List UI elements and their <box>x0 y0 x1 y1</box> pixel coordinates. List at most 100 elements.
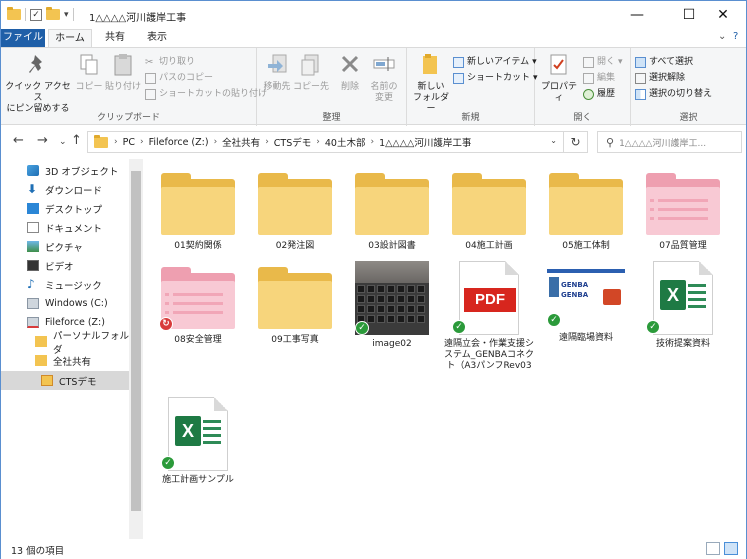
shortcut-button[interactable]: ショートカット ▾ <box>453 70 538 86</box>
excel-file-icon: X ✓ <box>646 261 713 335</box>
file-item[interactable]: 01契約関係 <box>153 173 243 252</box>
forward-arrow-icon[interactable]: → <box>37 133 48 148</box>
history-label: 履歴 <box>597 89 616 99</box>
select-none-icon <box>635 72 646 84</box>
nav-item-downloads[interactable]: ⬇ ダウンロード <box>1 180 129 199</box>
nav-item-desktop[interactable]: デスクトップ <box>1 199 129 218</box>
breadcrumb-pc[interactable]: PC <box>123 137 135 148</box>
move-to-button[interactable]: 移動先 <box>259 52 295 93</box>
presentation-thumbnail: GENBA GENBA ✓ <box>547 269 625 329</box>
scrollbar-thumb[interactable] <box>131 171 141 511</box>
ribbon-expand-icon[interactable]: ⌄ <box>718 31 726 42</box>
history-button[interactable]: 履歴 <box>583 86 615 102</box>
nav-item-documents[interactable]: ドキュメント <box>1 218 129 237</box>
nav-item-personal-folder[interactable]: パーソナルフォルダ <box>1 331 129 356</box>
file-item[interactable]: 04施工計画 <box>444 173 534 252</box>
nav-item-windows-drive[interactable]: Windows (C:) <box>1 294 129 313</box>
copy-to-button[interactable]: コピー先 <box>293 52 329 93</box>
folder-icon <box>258 173 332 237</box>
file-item[interactable]: 02発注図 <box>250 173 340 252</box>
copy-button[interactable]: コピー <box>73 52 105 93</box>
tab-home[interactable]: ホーム <box>48 29 92 47</box>
rename-icon <box>373 57 395 71</box>
nav-item-videos[interactable]: ビデオ <box>1 256 129 275</box>
file-item[interactable]: ↻ 08安全管理 <box>153 267 243 346</box>
tab-view[interactable]: 表示 <box>137 29 177 47</box>
address-bar[interactable]: › PC › Fileforce (Z:) › 全社共有 › CTSデモ › 4… <box>87 131 564 153</box>
tab-file[interactable]: ファイル <box>1 29 45 47</box>
nav-item-music[interactable]: ♪ ミュージック <box>1 275 129 294</box>
sync-ok-icon: ✓ <box>452 320 466 334</box>
file-item[interactable]: ✓ image02 <box>347 261 437 350</box>
nav-item-cts-demo[interactable]: CTSデモ <box>1 371 129 390</box>
folder-icon <box>549 173 623 237</box>
navigation-pane: 3D オブジェクト ⬇ ダウンロード デスクトップ ドキュメント ピクチャ ビデ… <box>1 159 129 539</box>
copy-path-button[interactable]: パスのコピー <box>145 70 213 86</box>
delete-label: 削除 <box>340 82 359 92</box>
back-arrow-icon[interactable]: ← <box>13 133 24 148</box>
breadcrumb-separator: › <box>265 137 269 147</box>
details-view-icon[interactable] <box>706 542 720 555</box>
file-view: 01契約関係 02発注図 03設計図書 04施工計画 05施工体制 07品質管理… <box>143 159 746 539</box>
rename-button[interactable]: 名前の 変更 <box>365 52 403 104</box>
breadcrumb-civil[interactable]: 40土木部 <box>325 135 366 149</box>
close-button[interactable]: ✕ <box>701 1 745 29</box>
ribbon: クイック アクセス にピン留めする コピー 貼り付け ✂ 切り取り パスのコピー <box>1 47 746 126</box>
file-item[interactable]: 07品質管理 <box>638 173 728 252</box>
new-folder-button[interactable]: 新しい フォルダー <box>409 52 453 115</box>
open-button[interactable]: 開く ▾ <box>583 54 623 70</box>
file-item[interactable]: 09工事写真 <box>250 267 340 346</box>
properties-button[interactable]: プロパティ <box>537 52 581 104</box>
customize-toolbar-icon[interactable]: ▾ <box>64 10 69 20</box>
3d-objects-icon <box>27 165 39 176</box>
folder-icon[interactable] <box>7 7 21 20</box>
address-dropdown-icon[interactable]: ⌄ <box>550 136 557 145</box>
delete-button[interactable]: 削除 <box>335 52 365 93</box>
pin-quick-access-button[interactable]: クイック アクセス にピン留めする <box>5 52 71 115</box>
nav-scrollbar[interactable] <box>129 159 143 539</box>
paste-shortcut-button[interactable]: ショートカットの貼り付け <box>145 86 267 102</box>
copy-label: コピー <box>75 82 103 92</box>
nav-item-label: デスクトップ <box>45 204 103 216</box>
file-item[interactable]: GENBA GENBA ✓ 遠隔臨場資料 <box>541 261 631 344</box>
recent-locations-icon[interactable]: ⌄ <box>59 137 67 147</box>
nav-item-3d-objects[interactable]: 3D オブジェクト <box>1 161 129 180</box>
nav-item-shared[interactable]: 全社共有 <box>1 351 129 370</box>
select-all-icon <box>635 56 646 68</box>
clipboard-icon <box>114 54 132 76</box>
file-item[interactable]: 03設計図書 <box>347 173 437 252</box>
breadcrumb-cts-demo[interactable]: CTSデモ <box>274 135 311 149</box>
cut-button[interactable]: ✂ 切り取り <box>145 54 195 70</box>
large-icons-view-icon[interactable] <box>724 542 738 555</box>
help-icon[interactable]: ? <box>733 31 738 42</box>
search-box[interactable]: ⚲ 1△△△△河川護岸工... <box>597 131 742 153</box>
properties-check-icon[interactable]: ✓ <box>30 8 42 21</box>
sync-ok-icon: ✓ <box>161 456 175 470</box>
breadcrumb-shared[interactable]: 全社共有 <box>222 135 260 149</box>
file-name: 03設計図書 <box>368 241 416 251</box>
select-all-button[interactable]: すべて選択 <box>635 54 693 70</box>
desktop-icon <box>27 203 39 214</box>
folder-icon <box>355 173 429 237</box>
breadcrumb-current[interactable]: 1△△△△河川護岸工事 <box>379 135 471 149</box>
file-item[interactable]: X ✓ 技術提案資料 <box>638 261 728 350</box>
new-folder-icon[interactable] <box>46 7 60 20</box>
minimize-button[interactable]: — <box>615 1 659 29</box>
file-item[interactable]: 05施工体制 <box>541 173 631 252</box>
edit-button[interactable]: 編集 <box>583 70 615 86</box>
excel-file-icon: X ✓ <box>161 397 228 471</box>
new-folder-label-line1: 新しい <box>417 82 445 92</box>
new-item-button[interactable]: 新しいアイテム ▾ <box>453 54 537 70</box>
file-item[interactable]: X ✓ 施工計画サンプル <box>153 397 243 486</box>
select-none-button[interactable]: 選択解除 <box>635 70 685 86</box>
tab-share[interactable]: 共有 <box>95 29 135 47</box>
breadcrumb-fileforce[interactable]: Fileforce (Z:) <box>149 137 209 148</box>
nav-item-label: 3D オブジェクト <box>45 166 119 178</box>
paste-button[interactable]: 貼り付け <box>105 52 141 93</box>
properties-label: プロパティ <box>540 82 577 103</box>
file-item[interactable]: PDF ✓ 遠隔立会・作業支援システム_GENBAコネクト（A3パンフRev03 <box>444 261 534 372</box>
refresh-button[interactable]: ↻ <box>564 131 588 153</box>
invert-selection-button[interactable]: 選択の切り替え <box>635 86 712 102</box>
nav-item-pictures[interactable]: ピクチャ <box>1 237 129 256</box>
up-arrow-icon[interactable]: ↑ <box>71 133 82 148</box>
